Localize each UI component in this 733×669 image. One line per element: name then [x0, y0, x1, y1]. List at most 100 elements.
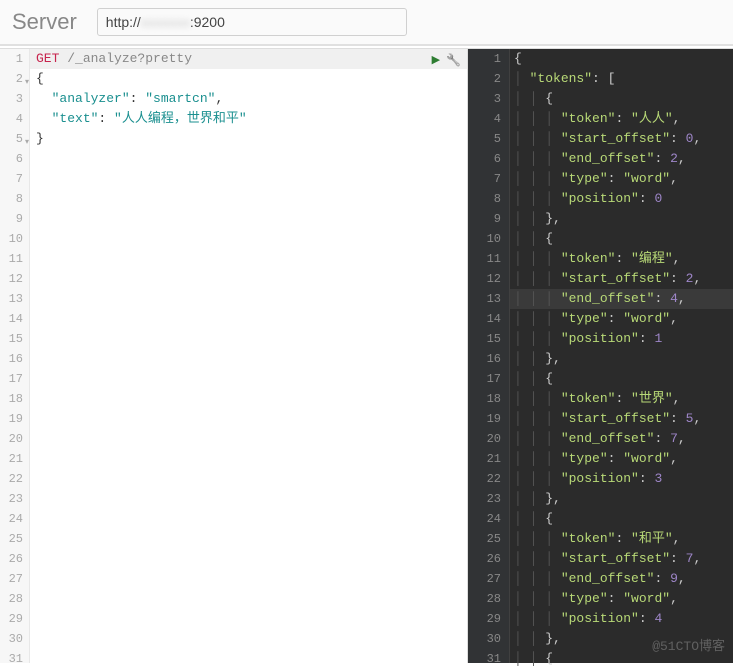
- editor-panes: 1234567891011121314151617181920212223242…: [0, 48, 733, 663]
- response-pane: 1234567891011121314151617181920212223242…: [468, 49, 733, 663]
- code-line[interactable]: │ │ │ "token": "人人",: [510, 109, 733, 129]
- code-line[interactable]: [30, 629, 467, 649]
- line-number: 3: [468, 89, 509, 109]
- line-number: 20: [0, 429, 27, 449]
- code-line[interactable]: │ │ │ "end_offset": 2,: [510, 149, 733, 169]
- code-line[interactable]: [30, 549, 467, 569]
- code-line[interactable]: [30, 649, 467, 669]
- line-number: 27: [0, 569, 27, 589]
- line-number: 13: [468, 289, 509, 309]
- line-number: 25: [0, 529, 27, 549]
- code-line[interactable]: │ │ │ "token": "世界",: [510, 389, 733, 409]
- code-line[interactable]: [30, 189, 467, 209]
- line-number: 26: [468, 549, 509, 569]
- line-number: 6: [468, 149, 509, 169]
- line-number: 8: [468, 189, 509, 209]
- code-line[interactable]: │ │ │ "start_offset": 0,: [510, 129, 733, 149]
- code-line[interactable]: │ │ │ "type": "word",: [510, 589, 733, 609]
- request-editor[interactable]: ▶ 🔧 GET /_analyze?pretty{ "analyzer": "s…: [30, 49, 467, 663]
- code-line[interactable]: │ │ {: [510, 509, 733, 529]
- code-line[interactable]: │ │ │ "end_offset": 4,: [510, 289, 733, 309]
- line-number: 24: [468, 509, 509, 529]
- request-pane: 1234567891011121314151617181920212223242…: [0, 49, 468, 663]
- play-icon[interactable]: ▶: [432, 51, 440, 71]
- server-url-input[interactable]: http://xxxxxxx:9200: [97, 8, 407, 36]
- code-line[interactable]: [30, 329, 467, 349]
- line-number: 5: [468, 129, 509, 149]
- line-number: 22: [0, 469, 27, 489]
- code-line[interactable]: [30, 509, 467, 529]
- code-line[interactable]: │ │ │ "token": "编程",: [510, 249, 733, 269]
- code-line[interactable]: │ │ │ "start_offset": 5,: [510, 409, 733, 429]
- server-url-host: xxxxxxx: [141, 14, 190, 30]
- code-line[interactable]: │ │ │ "type": "word",: [510, 309, 733, 329]
- code-line[interactable]: │ │ │ "start_offset": 7,: [510, 549, 733, 569]
- line-number: 30: [0, 629, 27, 649]
- code-line[interactable]: [30, 389, 467, 409]
- code-line[interactable]: [30, 429, 467, 449]
- watermark: @51CTO博客: [652, 637, 725, 657]
- code-line[interactable]: [30, 489, 467, 509]
- line-number: 14: [0, 309, 27, 329]
- code-line[interactable]: │ │ │ "position": 4: [510, 609, 733, 629]
- code-line[interactable]: [30, 529, 467, 549]
- code-line[interactable]: │ │ │ "end_offset": 7,: [510, 429, 733, 449]
- line-number: 4: [0, 109, 27, 129]
- code-line[interactable]: [30, 349, 467, 369]
- code-line[interactable]: │ │ {: [510, 89, 733, 109]
- code-line[interactable]: [30, 209, 467, 229]
- line-number: 11: [0, 249, 27, 269]
- line-number: 12: [0, 269, 27, 289]
- server-url-port: :9200: [190, 14, 225, 30]
- code-line[interactable]: [30, 309, 467, 329]
- line-number: 25: [468, 529, 509, 549]
- code-line[interactable]: "analyzer": "smartcn",: [30, 89, 467, 109]
- code-line[interactable]: [30, 409, 467, 429]
- code-line[interactable]: [30, 369, 467, 389]
- code-line[interactable]: │ │ {: [510, 369, 733, 389]
- code-line[interactable]: │ │ },: [510, 349, 733, 369]
- response-gutter: 1234567891011121314151617181920212223242…: [468, 49, 510, 663]
- code-line[interactable]: [30, 149, 467, 169]
- code-line[interactable]: │ │ │ "position": 1: [510, 329, 733, 349]
- code-line[interactable]: │ │ │ "start_offset": 2,: [510, 269, 733, 289]
- code-line[interactable]: │ │ │ "end_offset": 9,: [510, 569, 733, 589]
- code-line[interactable]: [30, 449, 467, 469]
- code-line[interactable]: [30, 609, 467, 629]
- code-line[interactable]: │ │ │ "position": 3: [510, 469, 733, 489]
- code-line[interactable]: │ │ │ "token": "和平",: [510, 529, 733, 549]
- code-line[interactable]: [30, 469, 467, 489]
- code-line[interactable]: [30, 169, 467, 189]
- line-number: 29: [0, 609, 27, 629]
- code-line[interactable]: GET /_analyze?pretty: [30, 49, 467, 69]
- line-number: 8: [0, 189, 27, 209]
- line-number: 9: [0, 209, 27, 229]
- wrench-icon[interactable]: 🔧: [446, 51, 461, 71]
- response-viewer[interactable]: {│ "tokens": [│ │ {│ │ │ "token": "人人",│…: [510, 49, 733, 663]
- code-line[interactable]: {: [510, 49, 733, 69]
- code-line[interactable]: [30, 249, 467, 269]
- code-line[interactable]: [30, 569, 467, 589]
- line-number: 4: [468, 109, 509, 129]
- code-line[interactable]: {: [30, 69, 467, 89]
- line-number: 19: [468, 409, 509, 429]
- code-line[interactable]: │ │ │ "type": "word",: [510, 449, 733, 469]
- code-line[interactable]: }: [30, 129, 467, 149]
- code-line[interactable]: │ │ │ "type": "word",: [510, 169, 733, 189]
- code-line[interactable]: [30, 289, 467, 309]
- line-number: 21: [0, 449, 27, 469]
- line-number: 10: [0, 229, 27, 249]
- code-line[interactable]: │ │ },: [510, 489, 733, 509]
- code-line[interactable]: │ │ │ "position": 0: [510, 189, 733, 209]
- code-line[interactable]: [30, 229, 467, 249]
- code-line[interactable]: │ "tokens": [: [510, 69, 733, 89]
- line-number: 12: [468, 269, 509, 289]
- line-number: 30: [468, 629, 509, 649]
- code-line[interactable]: [30, 269, 467, 289]
- code-line[interactable]: "text": "人人编程，世界和平": [30, 109, 467, 129]
- line-number: 28: [468, 589, 509, 609]
- header-bar: Server http://xxxxxxx:9200: [0, 0, 733, 46]
- code-line[interactable]: │ │ {: [510, 229, 733, 249]
- code-line[interactable]: [30, 589, 467, 609]
- code-line[interactable]: │ │ },: [510, 209, 733, 229]
